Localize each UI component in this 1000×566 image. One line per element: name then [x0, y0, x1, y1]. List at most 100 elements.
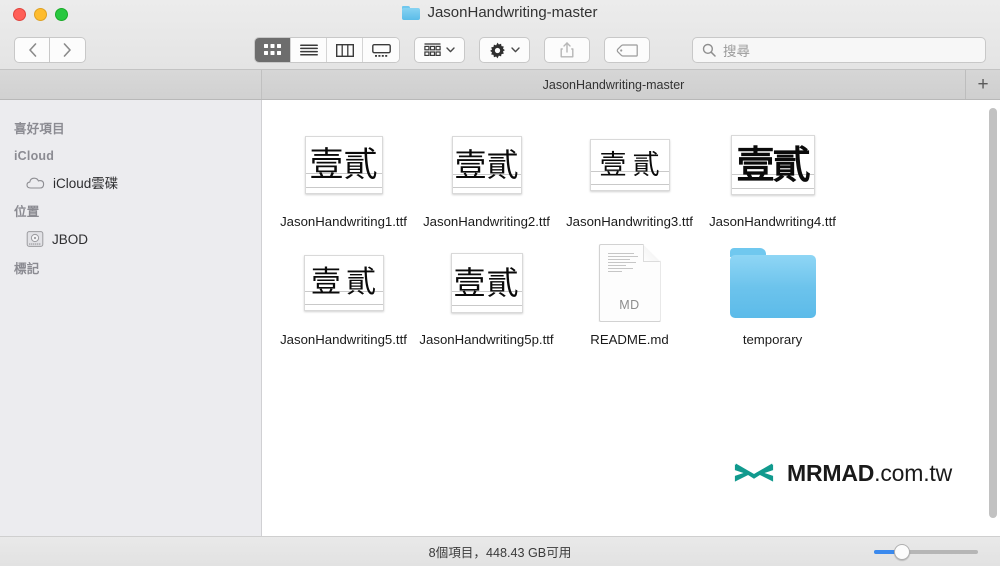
vertical-scrollbar[interactable] [989, 106, 997, 530]
watermark: MRMAD.com.tw [733, 458, 952, 488]
sidebar-item-jbod[interactable]: JBOD [0, 226, 261, 252]
minimize-window-button[interactable] [34, 8, 47, 21]
file-item[interactable]: 壹貳 JasonHandwriting5.ttf [272, 236, 415, 350]
folder-icon [729, 248, 816, 318]
group-items-button[interactable] [414, 37, 465, 63]
icon-view-button[interactable] [255, 38, 291, 62]
font-preview-icon: 壹貳 [450, 253, 523, 313]
close-window-button[interactable] [13, 8, 26, 21]
grid-icon [264, 43, 281, 55]
font-preview-icon: 壹貳 [589, 139, 670, 191]
sidebar: 喜好項目 iCloud iCloud雲碟 位置 JBOD 標記 [0, 100, 262, 536]
font-glyphs: 壹貳 [311, 265, 381, 300]
cloud-icon [26, 176, 45, 189]
sidebar-header-icloud: iCloud [14, 149, 55, 163]
column-view-button[interactable] [327, 38, 363, 62]
chevron-left-icon [28, 43, 36, 57]
font-glyphs: 壹貳 [454, 146, 519, 184]
status-text: 8個項目，448.43 GB可用 [428, 546, 572, 560]
file-icon: 壹貳 [303, 242, 384, 324]
font-preview-icon: 壹貳 [451, 136, 522, 194]
tab-bar-sidebar-area [0, 70, 262, 99]
watermark-text: MRMAD.com.tw [787, 460, 952, 487]
sidebar-header-locations: 位置 [14, 205, 40, 219]
gallery-view-button[interactable] [363, 38, 399, 62]
font-glyphs: 壹貳 [736, 143, 810, 187]
file-icon: 壹貳 [304, 124, 383, 206]
file-icon: 壹貳 [730, 124, 815, 206]
view-mode-switcher[interactable] [254, 37, 400, 63]
tab-jasonhandwriting-master[interactable]: JasonHandwriting-master [262, 70, 966, 99]
file-name: JasonHandwriting5p.ttf [419, 332, 554, 347]
file-name: temporary [742, 332, 803, 347]
gallery-icon [371, 43, 391, 57]
file-item[interactable]: 壹貳 JasonHandwriting4.ttf [701, 118, 844, 232]
watermark-brand: MRMAD [787, 459, 875, 486]
font-glyphs: 壹貳 [309, 145, 378, 185]
tab-bar: JasonHandwriting-master + [0, 70, 1000, 100]
scrollbar-thumb[interactable] [989, 108, 997, 518]
chevron-down-icon [511, 47, 520, 53]
icon-grid: 壹貳 JasonHandwriting1.ttf 壹貳 JasonHandwri… [262, 100, 1000, 350]
list-icon [299, 44, 318, 56]
font-glyphs: 壹貳 [453, 264, 520, 302]
search-input[interactable]: 搜尋 [692, 37, 986, 63]
file-icon: 壹貳 [451, 124, 522, 206]
file-name: JasonHandwriting3.ttf [566, 214, 693, 229]
navigation-buttons [14, 37, 86, 63]
sidebar-item-label: iCloud雲碟 [53, 176, 119, 191]
maximize-window-button[interactable] [55, 8, 68, 21]
share-button[interactable] [544, 37, 590, 63]
file-name: README.md [590, 332, 669, 347]
file-item[interactable]: temporary [701, 236, 844, 350]
file-item[interactable]: 壹貳 JasonHandwriting5p.ttf [415, 236, 558, 350]
tags-button[interactable] [604, 37, 650, 63]
icon-size-slider[interactable] [874, 543, 978, 560]
columns-icon [335, 43, 354, 57]
action-gear-button[interactable] [479, 37, 530, 63]
sidebar-header-favorites: 喜好項目 [14, 122, 65, 136]
slider-knob[interactable] [894, 543, 910, 560]
document-extension-label: MD [619, 298, 640, 312]
chevron-right-icon [63, 43, 71, 57]
font-glyphs: 壹貳 [599, 149, 666, 181]
sidebar-item-label: JBOD [52, 231, 89, 247]
search-icon [702, 43, 716, 57]
file-item[interactable]: 壹貳 JasonHandwriting1.ttf [272, 118, 415, 232]
back-button[interactable] [14, 37, 50, 63]
tab-label: JasonHandwriting-master [542, 77, 685, 92]
file-item[interactable]: 壹貳 JasonHandwriting2.ttf [415, 118, 558, 232]
share-icon [560, 42, 574, 58]
group-icon [424, 43, 441, 57]
search-placeholder: 搜尋 [723, 44, 750, 59]
tag-icon [616, 43, 638, 57]
document-icon: MD [598, 244, 661, 322]
file-icon: 壹貳 [450, 242, 523, 324]
window-title-text: JasonHandwriting-master [427, 4, 598, 21]
file-name: JasonHandwriting2.ttf [423, 214, 550, 229]
file-list-area[interactable]: 壹貳 JasonHandwriting1.ttf 壹貳 JasonHandwri… [262, 100, 1000, 536]
sidebar-header-tags: 標記 [14, 262, 40, 276]
folder-icon [402, 5, 421, 20]
forward-button[interactable] [50, 37, 86, 63]
new-tab-button[interactable]: + [966, 70, 1000, 99]
file-name: JasonHandwriting4.ttf [709, 214, 836, 229]
file-name: JasonHandwriting5.ttf [280, 332, 407, 347]
toolbar: 搜尋 [0, 30, 1000, 70]
font-preview-icon: 壹貳 [730, 135, 815, 195]
status-bar: 8個項目，448.43 GB可用 [0, 536, 1000, 566]
list-view-button[interactable] [291, 38, 327, 62]
window-body: 喜好項目 iCloud iCloud雲碟 位置 JBOD 標記 壹貳 Jason… [0, 100, 1000, 536]
file-icon: 壹貳 [589, 124, 670, 206]
new-tab-label: + [977, 73, 989, 95]
file-item[interactable]: 壹貳 JasonHandwriting3.ttf [558, 118, 701, 232]
font-preview-icon: 壹貳 [303, 255, 384, 311]
mrmad-logo-icon [734, 463, 774, 482]
file-name: JasonHandwriting1.ttf [280, 214, 407, 229]
file-item[interactable]: MD README.md [558, 236, 701, 350]
chevron-down-icon [446, 47, 455, 53]
file-icon: MD [598, 242, 661, 324]
sidebar-item-icloud-drive[interactable]: iCloud雲碟 [0, 169, 261, 195]
gear-icon [490, 42, 505, 58]
window-controls [13, 8, 68, 21]
